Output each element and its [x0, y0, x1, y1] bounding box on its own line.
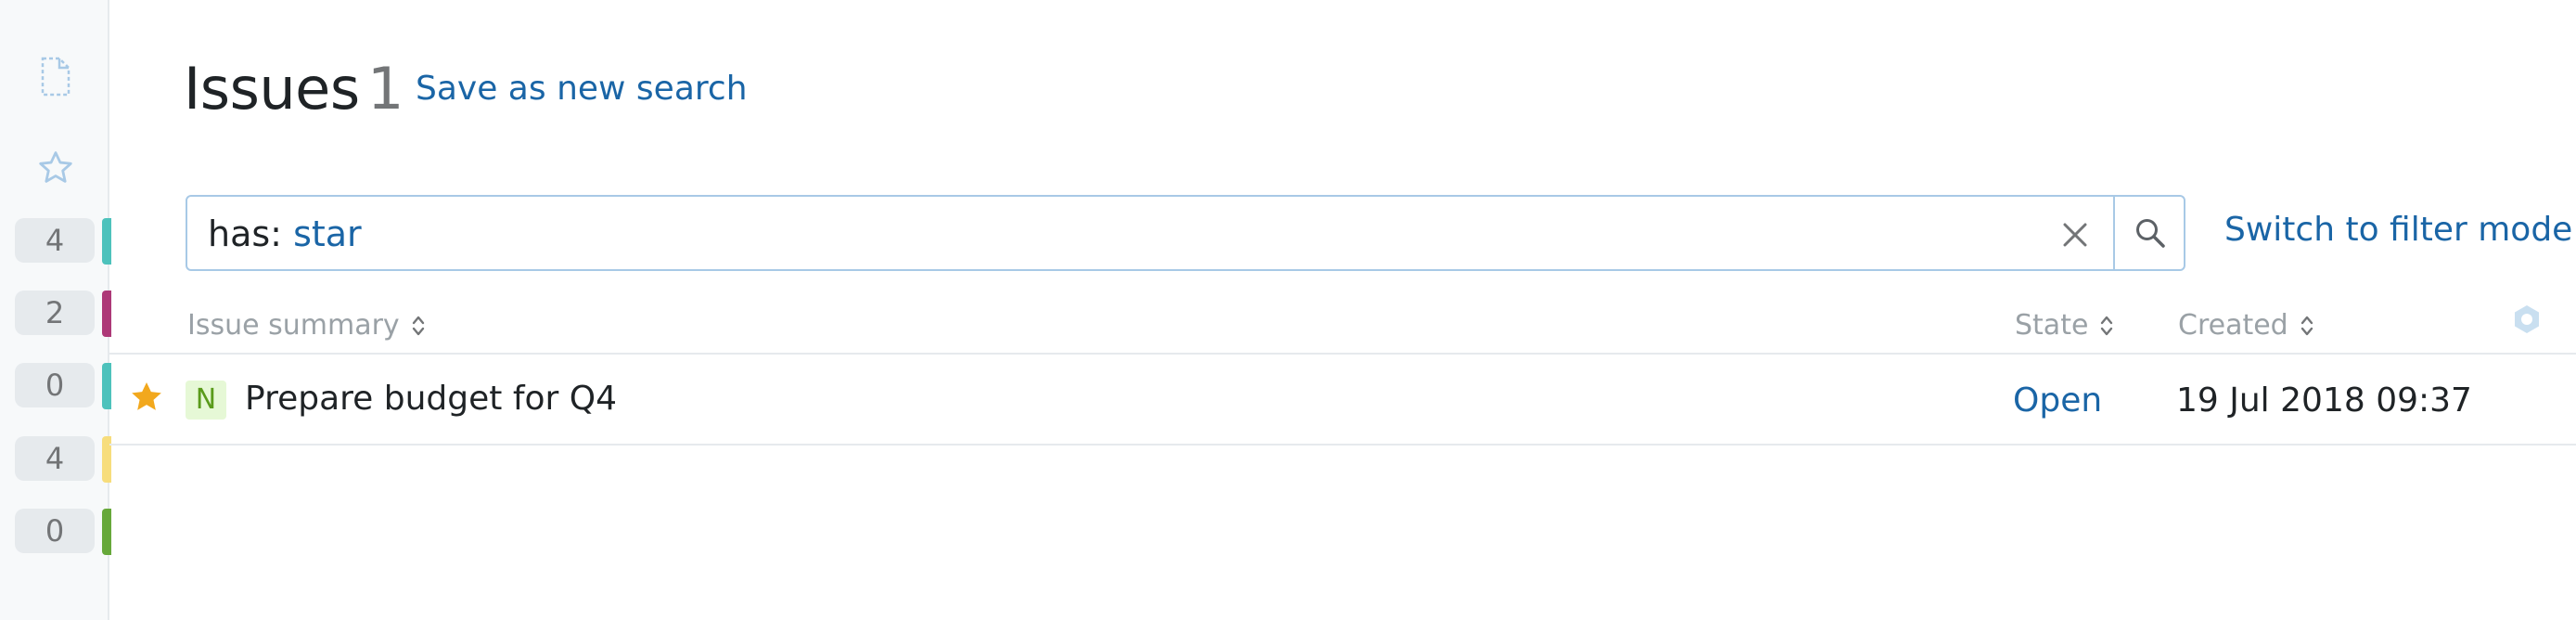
- priority-badge[interactable]: N: [186, 381, 226, 420]
- counter-value: 4: [15, 436, 95, 481]
- saved-search-counter[interactable]: 0: [15, 363, 111, 409]
- search-icon: [2136, 219, 2165, 248]
- query-value: star: [293, 213, 362, 254]
- issue-state[interactable]: Open: [2013, 377, 2102, 425]
- clear-query-button[interactable]: [2052, 212, 2098, 258]
- sort-icon: [2300, 313, 2314, 339]
- page-title: Issues: [184, 55, 360, 123]
- new-issue-icon[interactable]: [32, 54, 79, 100]
- star-icon[interactable]: [32, 145, 79, 191]
- search-button[interactable]: [2117, 197, 2184, 269]
- sidebar: 4 2 0 4 0: [0, 0, 111, 620]
- column-header-created[interactable]: Created: [2178, 306, 2314, 345]
- counter-color-bar: [102, 218, 111, 265]
- query-text[interactable]: has: star: [208, 210, 362, 258]
- column-label: State: [2015, 309, 2089, 342]
- sort-icon: [2099, 313, 2114, 339]
- star-toggle[interactable]: [128, 379, 165, 416]
- query-key: has:: [208, 213, 282, 254]
- issue-created-date: 19 Jul 2018 09:37: [2176, 381, 2472, 420]
- issues-page: 4 2 0 4 0 Issues 1 Save as new search ha…: [0, 0, 2576, 620]
- gear-icon: [2515, 305, 2539, 333]
- row-divider: [109, 444, 2576, 446]
- close-icon: [2063, 223, 2087, 247]
- save-as-new-search-link[interactable]: Save as new search: [416, 65, 748, 113]
- star-filled-icon: [132, 382, 161, 410]
- saved-search-counter[interactable]: 0: [15, 509, 111, 555]
- column-label: Created: [2178, 309, 2288, 342]
- issue-count: 1: [367, 55, 404, 123]
- column-header-issue-summary[interactable]: Issue summary: [187, 306, 426, 345]
- counter-value: 2: [15, 291, 95, 335]
- column-label: Issue summary: [187, 309, 400, 342]
- issue-summary-link[interactable]: Prepare budget for Q4: [245, 375, 617, 423]
- search-query-input[interactable]: has: star: [186, 195, 2185, 271]
- table-row[interactable]: N Prepare budget for Q4 Open 19 Jul 2018…: [109, 355, 2576, 444]
- saved-search-counter[interactable]: 4: [15, 436, 111, 483]
- counter-value: 0: [15, 509, 95, 553]
- counter-value: 4: [15, 218, 95, 263]
- switch-to-filter-mode-link[interactable]: Switch to filter mode: [2224, 206, 2572, 254]
- counter-value: 0: [15, 363, 95, 407]
- search-divider: [2113, 197, 2115, 269]
- saved-search-counter[interactable]: 2: [15, 291, 111, 337]
- saved-search-counter[interactable]: 4: [15, 218, 111, 265]
- counter-color-bar: [102, 509, 111, 555]
- sort-icon: [411, 313, 426, 339]
- column-header-state[interactable]: State: [2015, 306, 2114, 345]
- counter-color-bar: [102, 291, 111, 337]
- list-settings-button[interactable]: [2508, 301, 2545, 338]
